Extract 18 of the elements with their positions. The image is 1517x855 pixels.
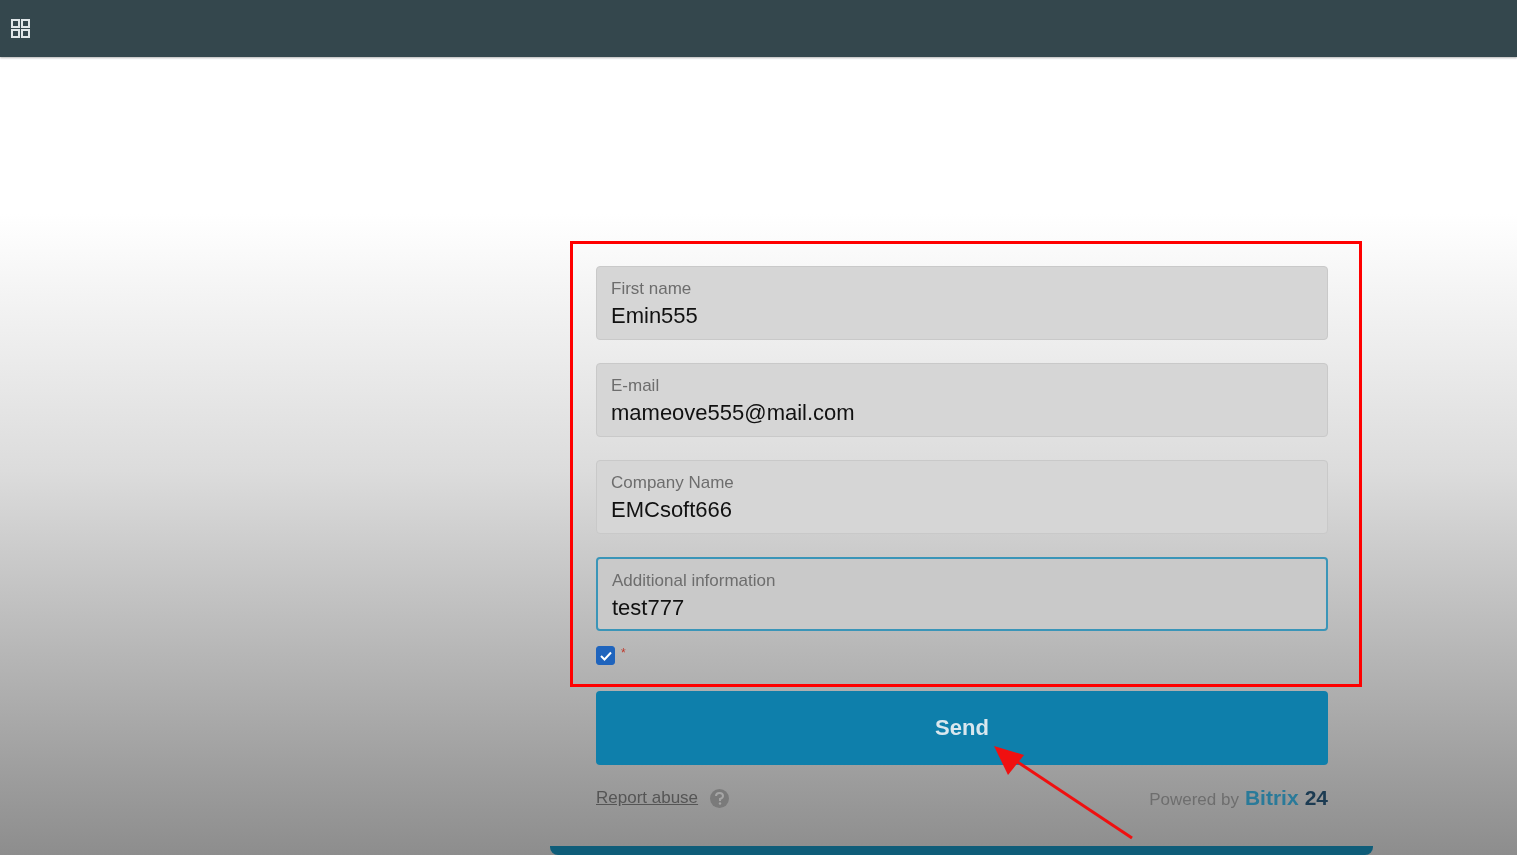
field-value: test777 <box>612 595 686 621</box>
checkbox[interactable] <box>596 646 615 665</box>
field-label: Company Name <box>611 473 735 493</box>
field-label: Additional information <box>612 571 777 591</box>
field-value: EMCsoft666 <box>611 497 734 523</box>
field-value: mameove555@mail.com <box>611 400 856 426</box>
brand-number[interactable]: 24 <box>1304 786 1328 810</box>
grid-menu-icon[interactable] <box>11 18 31 39</box>
text-field[interactable]: Company Name EMCsoft666 <box>596 460 1328 534</box>
text-field[interactable]: Additional information test777 <box>596 557 1328 631</box>
text-field[interactable]: First name Emin555 <box>596 266 1328 340</box>
send-button[interactable]: Send <box>596 691 1328 765</box>
field-label: E-mail <box>611 376 661 396</box>
checkmark-icon <box>599 650 612 661</box>
text-field[interactable]: E-mail mameove555@mail.com <box>596 363 1328 437</box>
required-mark: * <box>621 646 626 660</box>
field-label: First name <box>611 279 693 299</box>
field-value: Emin555 <box>611 303 699 329</box>
